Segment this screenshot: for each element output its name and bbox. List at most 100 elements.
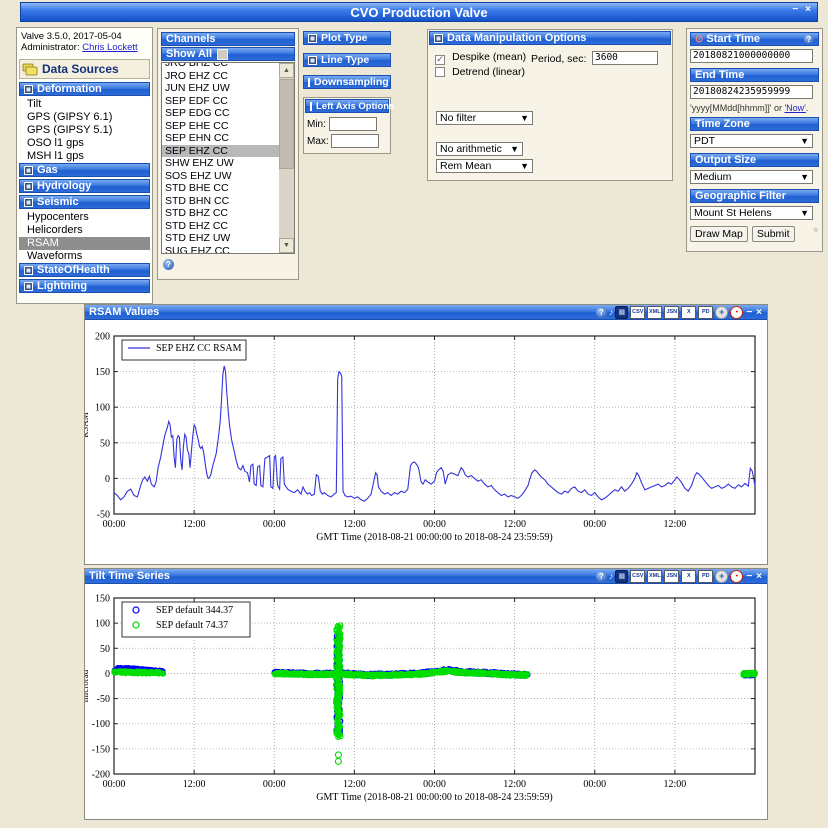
sidebar-section-stateofhealth[interactable]: StateOfHealth — [19, 263, 150, 277]
downsampling-bar[interactable]: Downsampling — [303, 75, 391, 89]
sidebar-item-tilt[interactable]: Tilt — [19, 98, 150, 111]
channel-item[interactable]: SEP EHE CC — [162, 120, 279, 133]
plot-type-bar[interactable]: Plot Type — [303, 31, 391, 45]
json-export-icon[interactable]: JSN — [664, 569, 680, 583]
time-help-icon[interactable]: ? — [804, 34, 814, 44]
timer-icon[interactable]: • — [730, 305, 744, 319]
pdf-export-icon[interactable]: PD — [698, 305, 714, 319]
xml-export-icon[interactable]: XML — [647, 569, 663, 583]
channel-item[interactable]: SEP EDG CC — [162, 107, 279, 120]
sidebar-section-lightning[interactable]: Lightning — [19, 279, 150, 293]
close-icon[interactable]: × — [755, 307, 763, 318]
excel-export-icon[interactable]: X — [681, 305, 697, 319]
start-time-input[interactable]: 20180821000000000 — [690, 49, 813, 63]
data-manipulation-header[interactable]: Data Manipulation Options — [429, 31, 671, 45]
settings-icon[interactable]: + — [715, 569, 729, 583]
axis-min-input[interactable] — [328, 117, 377, 131]
filter-dropdown[interactable]: No filter ▼ — [436, 111, 533, 125]
expand-icon[interactable] — [308, 77, 310, 87]
settings-icon[interactable]: + — [715, 305, 729, 319]
channel-item[interactable]: SOS EHZ UW — [162, 170, 279, 183]
time-zone-dropdown[interactable]: PDT ▼ — [690, 134, 813, 148]
channel-item[interactable]: SEP EDF CC — [162, 95, 279, 108]
help-icon[interactable]: ? — [595, 306, 607, 318]
xml-export-icon[interactable]: XML — [647, 305, 663, 319]
geographic-filter-dropdown[interactable]: Mount St Helens ▼ — [690, 206, 813, 220]
channel-item[interactable]: SUG EHZ CC — [162, 245, 279, 254]
channel-item[interactable]: JUN EHZ UW — [162, 82, 279, 95]
sidebar-section-hydrology[interactable]: Hydrology — [19, 179, 150, 193]
collapse-icon[interactable] — [24, 181, 33, 191]
csv-export-icon[interactable]: CSV — [630, 305, 646, 319]
channel-item[interactable]: STD EHZ UW — [162, 232, 279, 245]
channel-list-scrollbar[interactable]: ▲ ▼ — [279, 63, 294, 253]
scroll-down-icon[interactable]: ▼ — [279, 238, 294, 253]
json-export-icon[interactable]: JSN — [664, 305, 680, 319]
scroll-up-icon[interactable]: ▲ — [279, 63, 294, 78]
excel-export-icon[interactable]: X — [681, 569, 697, 583]
channel-item[interactable]: STD BHN CC — [162, 195, 279, 208]
collapse-icon[interactable] — [310, 101, 312, 111]
collapse-icon[interactable] — [24, 281, 33, 291]
channel-item[interactable]: JRO EHZ CC — [162, 70, 279, 83]
collapse-icon[interactable] — [24, 84, 33, 94]
show-all-checkbox[interactable] — [217, 48, 229, 60]
minimize-icon[interactable]: − — [745, 571, 753, 582]
close-icon[interactable]: × — [755, 571, 763, 582]
pdf-export-icon[interactable]: PD — [698, 569, 714, 583]
collapse-icon[interactable] — [24, 197, 33, 207]
period-input[interactable]: 3600 — [592, 51, 658, 65]
sidebar-item-waveforms[interactable]: Waveforms — [19, 250, 150, 263]
collapse-icon[interactable] — [24, 165, 33, 175]
timer-icon[interactable]: • — [730, 569, 744, 583]
detrend-checkbox[interactable] — [435, 67, 445, 77]
channel-item[interactable]: STD BHZ CC — [162, 207, 279, 220]
sidebar-section-deformation[interactable]: Deformation — [19, 82, 150, 96]
audio-icon[interactable]: ♪ — [609, 307, 614, 318]
window-minimize-button[interactable]: − — [792, 4, 798, 15]
now-link[interactable]: 'Now' — [784, 103, 805, 113]
sidebar-item-msh-l1-gps[interactable]: MSH l1 gps — [19, 150, 150, 163]
channel-item[interactable]: SEP EHZ CC — [162, 144, 279, 157]
sidebar-item-helicorders[interactable]: Helicorders — [19, 224, 150, 237]
arithmetic-dropdown[interactable]: No arithmetic ▼ — [436, 142, 523, 156]
axis-max-input[interactable] — [330, 134, 379, 148]
collapse-icon[interactable] — [434, 33, 443, 43]
output-size-dropdown[interactable]: Medium ▼ — [690, 170, 813, 184]
sidebar-item-gps-gipsy-5-1-[interactable]: GPS (GIPSY 5.1) — [19, 124, 150, 137]
end-time-header: End Time — [690, 68, 819, 82]
administrator-link[interactable]: Chris Lockett — [82, 42, 137, 53]
audio-icon[interactable]: ♪ — [609, 571, 614, 582]
channel-item[interactable]: STD EHZ CC — [162, 220, 279, 233]
channel-item[interactable]: JRO BHZ CC — [162, 63, 279, 70]
minimize-icon[interactable]: − — [745, 307, 753, 318]
channel-item[interactable]: SHW EHZ UW — [162, 157, 279, 170]
expand-icon[interactable] — [308, 33, 317, 43]
line-type-bar[interactable]: Line Type — [303, 53, 391, 67]
submit-button[interactable]: Submit — [751, 226, 795, 242]
despike-checkbox[interactable]: ✓ — [435, 54, 445, 65]
sidebar-section-gas[interactable]: Gas — [19, 163, 150, 177]
collapse-icon[interactable] — [24, 265, 33, 275]
scrollbar-thumb[interactable] — [279, 79, 294, 169]
svg-text:12:00: 12:00 — [503, 779, 526, 790]
sidebar-item-gps-gipsy-6-1-[interactable]: GPS (GIPSY 6.1) — [19, 111, 150, 124]
sidebar-item-oso-l1-gps[interactable]: OSO l1 gps — [19, 137, 150, 150]
draw-map-button[interactable]: Draw Map — [690, 226, 748, 242]
combine-icon[interactable]: ▦ — [615, 305, 629, 319]
window-close-button[interactable]: × — [805, 4, 811, 15]
channel-item[interactable]: STD BHE CC — [162, 182, 279, 195]
sidebar-item-hypocenters[interactable]: Hypocenters — [19, 211, 150, 224]
help-icon[interactable]: ? — [595, 570, 607, 582]
csv-export-icon[interactable]: CSV — [630, 569, 646, 583]
left-axis-options-header[interactable]: Left Axis Options — [305, 99, 394, 113]
channel-item[interactable]: SEP EHN CC — [162, 132, 279, 145]
sidebar-section-seismic[interactable]: Seismic — [19, 195, 150, 209]
expand-icon[interactable] — [308, 55, 317, 65]
combine-icon[interactable]: ▦ — [615, 569, 629, 583]
svg-text:0: 0 — [105, 474, 110, 485]
sidebar-item-rsam[interactable]: RSAM — [19, 237, 150, 250]
end-time-input[interactable]: 20180824235959999 — [690, 85, 813, 99]
channels-help-icon[interactable]: ? — [163, 259, 174, 270]
rem-mean-dropdown[interactable]: Rem Mean ▼ — [436, 159, 533, 173]
